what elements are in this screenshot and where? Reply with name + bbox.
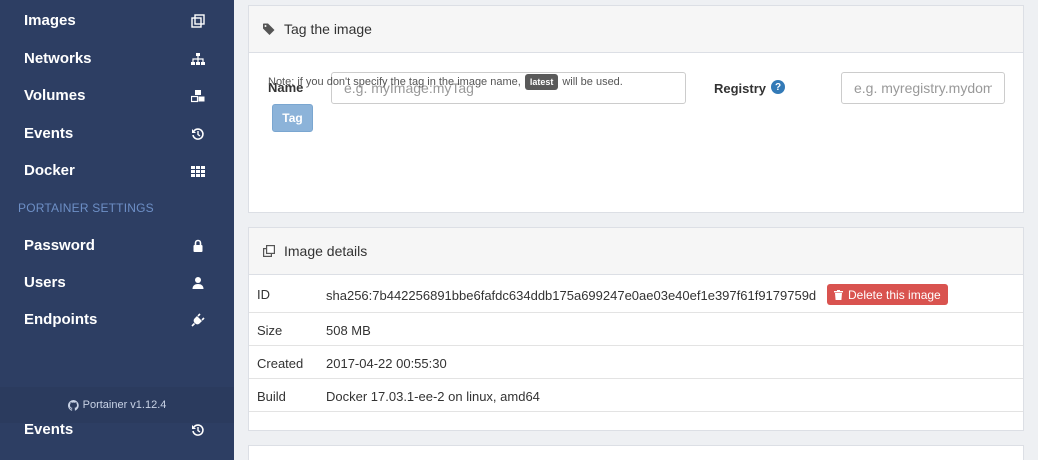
sidebar-item-label: Docker bbox=[24, 162, 75, 179]
sidebar-item-events-bottom[interactable]: Events bbox=[0, 411, 234, 448]
sidebar-item-label: Endpoints bbox=[24, 311, 98, 328]
sidebar: Images Networks Volumes Events Docker PO… bbox=[0, 0, 234, 460]
sitemap-icon bbox=[190, 51, 206, 67]
sidebar-section-title: PORTAINER SETTINGS bbox=[18, 201, 154, 215]
question-circle-icon[interactable]: ? bbox=[771, 80, 785, 94]
table-row-size: Size 508 MB bbox=[249, 313, 1023, 346]
history-icon bbox=[190, 126, 206, 142]
sidebar-item-label: Events bbox=[24, 421, 74, 438]
github-icon bbox=[67, 399, 79, 411]
registry-input[interactable] bbox=[841, 72, 1005, 104]
lock-icon bbox=[190, 238, 206, 254]
sidebar-item-users[interactable]: Users bbox=[0, 264, 234, 301]
sidebar-item-images[interactable]: Images bbox=[0, 2, 234, 39]
latest-badge: latest bbox=[524, 74, 559, 90]
tag-button[interactable]: Tag bbox=[272, 104, 313, 132]
table-row-build: Build Docker 17.03.1-ee-2 on linux, amd6… bbox=[249, 379, 1023, 412]
th-icon bbox=[190, 163, 206, 179]
sidebar-item-docker[interactable]: Docker bbox=[0, 152, 234, 189]
clone-icon bbox=[263, 245, 275, 257]
panel-title: Image details bbox=[284, 243, 368, 259]
delete-image-button[interactable]: Delete this image bbox=[827, 284, 948, 305]
tag-image-panel: Tag the image Name Registry ? Note: if y… bbox=[248, 5, 1024, 213]
tag-note: Note: if you don't specify the tag in th… bbox=[268, 74, 623, 90]
plug-icon bbox=[190, 312, 206, 328]
sidebar-item-label: Images bbox=[24, 12, 76, 29]
user-icon bbox=[190, 275, 206, 291]
sidebar-item-networks[interactable]: Networks bbox=[0, 40, 234, 77]
note-text: Note: if you don't specify the tag in th… bbox=[268, 76, 521, 88]
panel-header: Image details bbox=[249, 228, 1023, 275]
sidebar-item-password[interactable]: Password bbox=[0, 227, 234, 264]
row-value: Docker 17.03.1-ee-2 on linux, amd64 bbox=[326, 389, 540, 404]
image-details-panel: Image details ID sha256:7b442256891bbe6f… bbox=[248, 227, 1024, 431]
row-key: Build bbox=[257, 389, 286, 404]
sidebar-item-label: Users bbox=[24, 274, 66, 291]
note-text-end: will be used. bbox=[562, 76, 623, 88]
trash-icon bbox=[834, 289, 843, 300]
panel-header: Tag the image bbox=[249, 6, 1023, 53]
panel-title: Tag the image bbox=[284, 21, 372, 37]
tag-icon bbox=[263, 23, 275, 35]
sidebar-item-endpoints[interactable]: Endpoints bbox=[0, 301, 234, 338]
history-icon bbox=[190, 422, 206, 438]
sidebar-item-label: Networks bbox=[24, 50, 92, 67]
row-key: Size bbox=[257, 323, 283, 338]
row-key: Created bbox=[257, 356, 304, 371]
sidebar-item-label: Events bbox=[24, 125, 74, 142]
clone-icon bbox=[190, 13, 206, 29]
cubes-icon bbox=[190, 88, 206, 104]
table-row-created: Created 2017-04-22 00:55:30 bbox=[249, 346, 1023, 379]
sidebar-item-events[interactable]: Events bbox=[0, 115, 234, 152]
sidebar-item-volumes[interactable]: Volumes bbox=[0, 77, 234, 114]
registry-label: Registry bbox=[714, 81, 767, 96]
version-text: Portainer v1.12.4 bbox=[82, 399, 167, 411]
table-row-id: ID sha256:7b442256891bbe6fafdc634ddb175a… bbox=[249, 276, 1023, 313]
row-value: sha256:7b442256891bbe6fafdc634ddb175a699… bbox=[326, 288, 817, 303]
sidebar-item-label: Password bbox=[24, 237, 95, 254]
next-panel bbox=[248, 445, 1024, 460]
row-key: ID bbox=[257, 287, 270, 302]
row-value: 2017-04-22 00:55:30 bbox=[326, 356, 447, 371]
sidebar-item-label: Volumes bbox=[24, 87, 86, 104]
row-value: 508 MB bbox=[326, 323, 371, 338]
delete-button-label: Delete this image bbox=[848, 287, 941, 302]
